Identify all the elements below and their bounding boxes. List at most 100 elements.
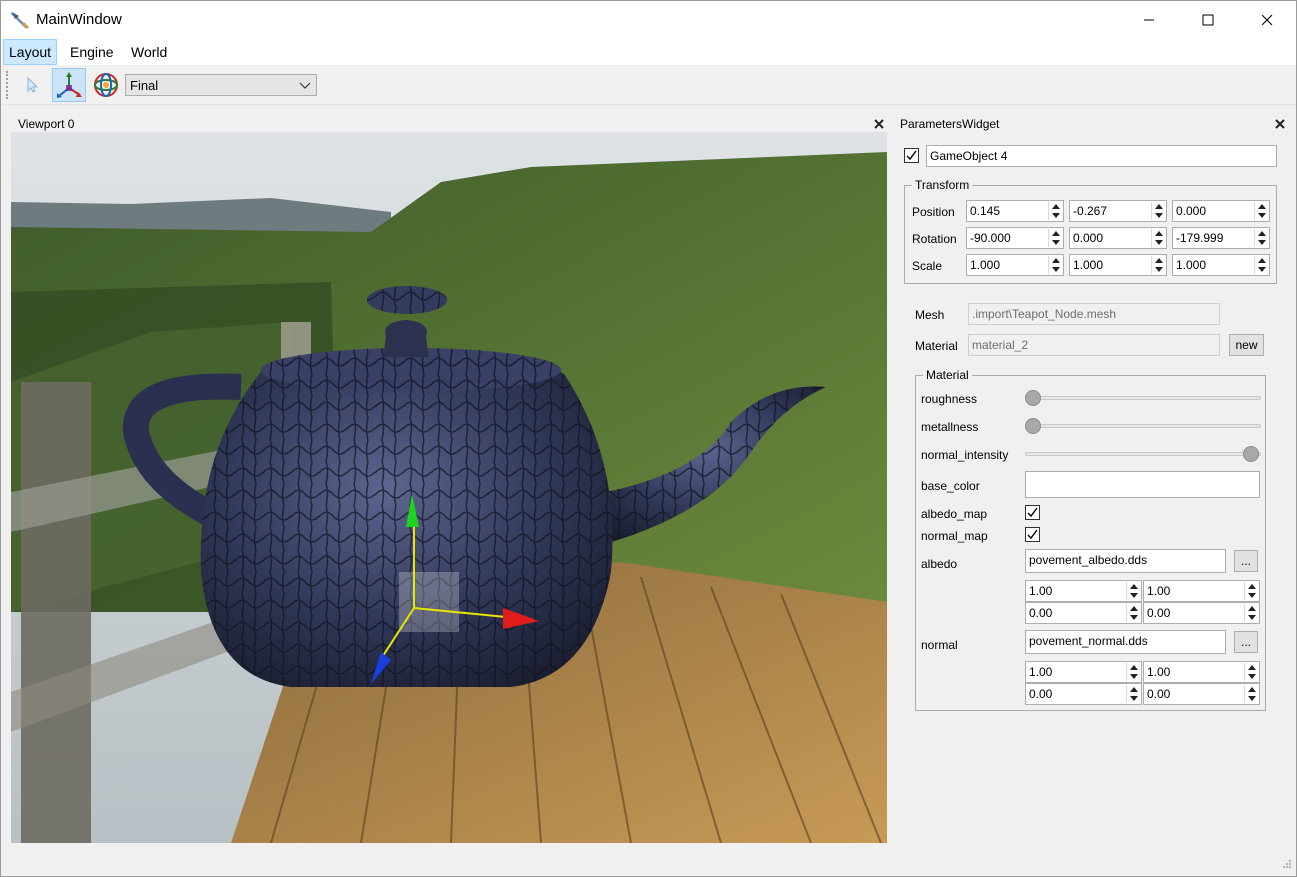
spin-up-icon[interactable] (1052, 204, 1060, 209)
close-icon (1275, 119, 1285, 129)
select-tool-button[interactable] (15, 68, 49, 102)
spin-down-icon[interactable] (1248, 593, 1256, 598)
normal-file-field[interactable]: povement_normal.dds (1025, 630, 1226, 654)
spin-up-icon[interactable] (1052, 258, 1060, 263)
spin-down-icon[interactable] (1130, 674, 1138, 679)
scale-x-spinbox[interactable]: 1.000 (966, 254, 1064, 276)
spin-down-icon[interactable] (1052, 267, 1060, 272)
rotation-z-spinbox[interactable]: -179.999 (1172, 227, 1270, 249)
render-mode-dropdown[interactable]: Final (125, 74, 317, 96)
close-icon (874, 119, 884, 129)
resize-grip-icon (1283, 860, 1291, 868)
spin-up-icon[interactable] (1248, 665, 1256, 670)
spin-up-icon[interactable] (1130, 606, 1138, 611)
move-tool-button[interactable] (52, 68, 86, 102)
menu-engine[interactable]: Engine (65, 39, 119, 65)
rotation-label: Rotation (912, 232, 957, 246)
scale-z-spinbox[interactable]: 1.000 (1172, 254, 1270, 276)
position-z-spinbox[interactable]: 0.000 (1172, 200, 1270, 222)
new-material-button[interactable]: new (1229, 334, 1264, 356)
spin-up-icon[interactable] (1258, 204, 1266, 209)
normal-map-checkbox[interactable] (1025, 527, 1040, 542)
menu-layout[interactable]: Layout (3, 39, 58, 65)
close-window-button[interactable] (1238, 1, 1296, 39)
spin-up-icon[interactable] (1248, 584, 1256, 589)
normal-browse-button[interactable]: ... (1234, 631, 1258, 653)
rotate-tool-button[interactable] (89, 68, 123, 102)
roughness-slider-handle[interactable] (1025, 390, 1041, 406)
albedo-browse-button[interactable]: ... (1234, 550, 1258, 572)
viewport-dock-title: Viewport 0 (18, 117, 75, 131)
normal-offset-y-spinbox[interactable]: 1.00 (1143, 661, 1260, 683)
parameters-dock-title: ParametersWidget (900, 117, 1000, 131)
spin-up-icon[interactable] (1248, 687, 1256, 692)
toolbar: Final (1, 65, 1296, 105)
position-x-spinbox[interactable]: 0.145 (966, 200, 1064, 222)
viewport-scene (11, 132, 887, 843)
spin-down-icon[interactable] (1248, 615, 1256, 620)
albedo-offset-y-spinbox[interactable]: 1.00 (1143, 580, 1260, 602)
spin-down-icon[interactable] (1258, 240, 1266, 245)
spin-down-icon[interactable] (1155, 213, 1163, 218)
spin-down-icon[interactable] (1130, 593, 1138, 598)
scale-y-spinbox[interactable]: 1.000 (1069, 254, 1167, 276)
spin-down-icon[interactable] (1248, 674, 1256, 679)
spin-up-icon[interactable] (1155, 231, 1163, 236)
normal-scale-y-spinbox[interactable]: 0.00 (1143, 683, 1260, 705)
roughness-slider[interactable] (1025, 396, 1261, 400)
parameters-close-button[interactable] (1273, 117, 1287, 131)
minimize-button[interactable] (1120, 1, 1178, 39)
spin-up-icon[interactable] (1052, 231, 1060, 236)
spin-up-icon[interactable] (1258, 231, 1266, 236)
spin-up-icon[interactable] (1130, 584, 1138, 589)
minimize-icon (1144, 19, 1154, 21)
render-mode-value: Final (130, 78, 159, 93)
move-gizmo-icon (57, 72, 82, 98)
albedo-map-checkbox[interactable] (1025, 505, 1040, 520)
albedo-offset-x-spinbox[interactable]: 1.00 (1025, 580, 1142, 602)
normal-intensity-slider[interactable] (1025, 452, 1261, 456)
albedo-scale-x-spinbox[interactable]: 0.00 (1025, 602, 1142, 624)
feather-app-icon (9, 10, 31, 30)
spin-up-icon[interactable] (1248, 606, 1256, 611)
maximize-button[interactable] (1179, 1, 1237, 39)
spin-down-icon[interactable] (1130, 615, 1138, 620)
spin-up-icon[interactable] (1155, 258, 1163, 263)
spin-down-icon[interactable] (1258, 267, 1266, 272)
metallness-slider-handle[interactable] (1025, 418, 1041, 434)
size-grip[interactable] (1282, 858, 1292, 872)
rotation-x-spinbox[interactable]: -90.000 (966, 227, 1064, 249)
spin-up-icon[interactable] (1130, 665, 1138, 670)
spin-down-icon[interactable] (1248, 696, 1256, 701)
metallness-slider[interactable] (1025, 424, 1261, 428)
spin-down-icon[interactable] (1155, 240, 1163, 245)
menu-world[interactable]: World (126, 39, 172, 65)
albedo-file-field[interactable]: povement_albedo.dds (1025, 549, 1226, 573)
spin-down-icon[interactable] (1052, 240, 1060, 245)
title-bar[interactable]: MainWindow (1, 1, 1296, 39)
normal-intensity-slider-handle[interactable] (1243, 446, 1259, 462)
spin-down-icon[interactable] (1052, 213, 1060, 218)
rotation-y-spinbox[interactable]: 0.000 (1069, 227, 1167, 249)
spin-down-icon[interactable] (1155, 267, 1163, 272)
close-icon (1261, 14, 1273, 26)
viewport-close-button[interactable] (872, 117, 886, 131)
object-enabled-checkbox[interactable] (904, 148, 919, 163)
spin-down-icon[interactable] (1130, 696, 1138, 701)
spin-up-icon[interactable] (1155, 204, 1163, 209)
viewport-3d[interactable] (11, 132, 887, 843)
spin-up-icon[interactable] (1130, 687, 1138, 692)
position-y-spinbox[interactable]: -0.267 (1069, 200, 1167, 222)
mesh-label: Mesh (915, 308, 945, 322)
normal-offset-x-spinbox[interactable]: 1.00 (1025, 661, 1142, 683)
albedo-map-label: albedo_map (921, 507, 988, 521)
spin-up-icon[interactable] (1258, 258, 1266, 263)
checkmark-icon (1027, 507, 1038, 518)
albedo-scale-y-spinbox[interactable]: 0.00 (1143, 602, 1260, 624)
normal-scale-x-spinbox[interactable]: 0.00 (1025, 683, 1142, 705)
object-name-field[interactable]: GameObject 4 (926, 145, 1277, 167)
window-title: MainWindow (36, 11, 122, 28)
spin-down-icon[interactable] (1258, 213, 1266, 218)
base-color-swatch[interactable] (1025, 471, 1260, 498)
toolbar-grip[interactable] (6, 71, 9, 99)
